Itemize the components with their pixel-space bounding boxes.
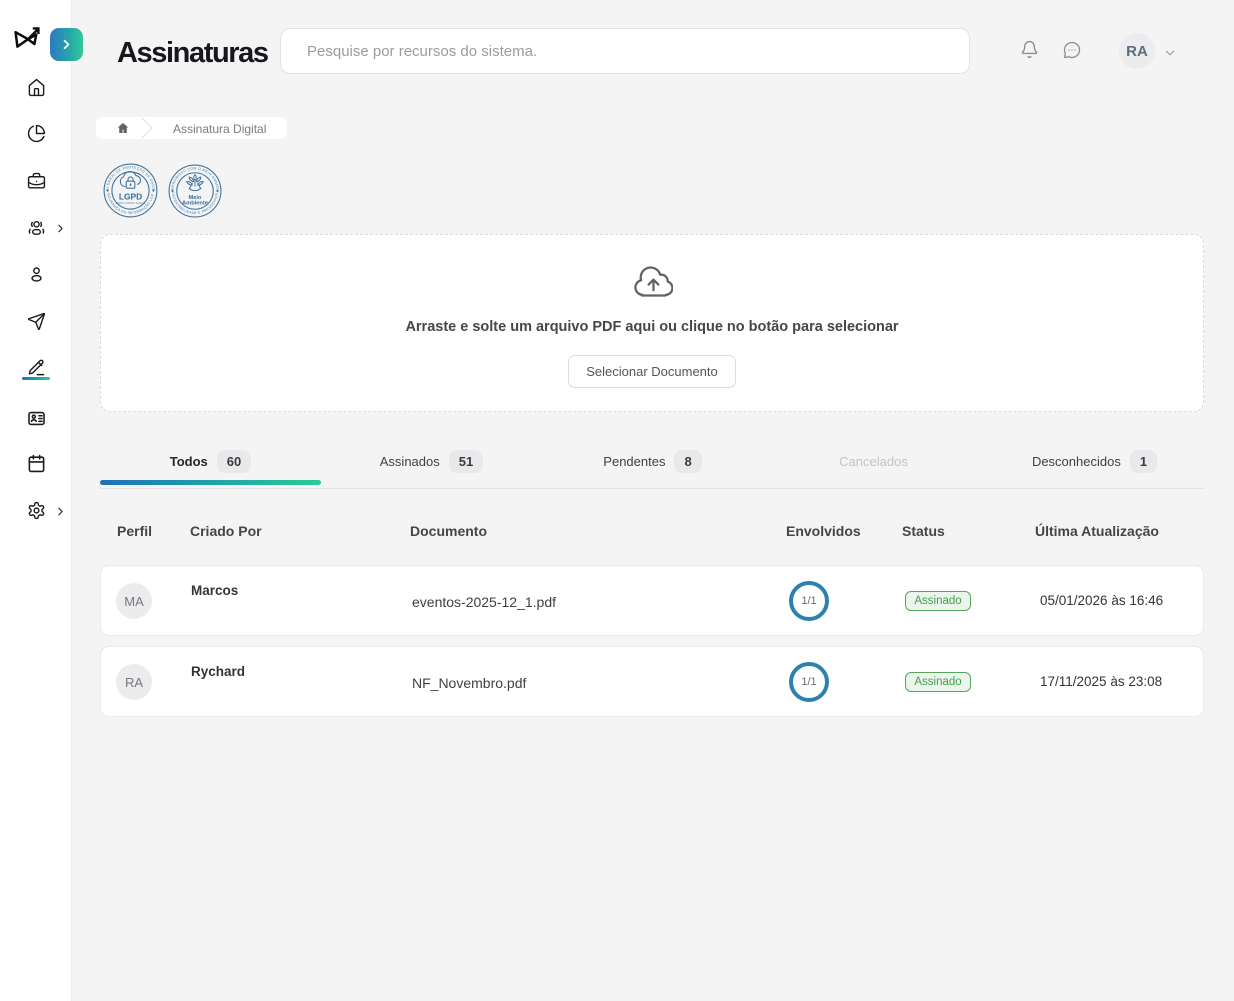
svg-text:Ambiente: Ambiente: [182, 201, 208, 207]
svg-text:LGPD: LGPD: [119, 192, 142, 202]
svg-text:100% COMPLIANCE: 100% COMPLIANCE: [116, 201, 146, 205]
svg-text:SUSTENTABILIDADE E PRESERVAÇÃO: SUSTENTABILIDADE E PRESERVAÇÃO: [168, 164, 219, 215]
svg-text:SEGURANÇA DA INFORMAÇÃO LGPD: SEGURANÇA DA INFORMAÇÃO LGPD: [103, 163, 155, 215]
